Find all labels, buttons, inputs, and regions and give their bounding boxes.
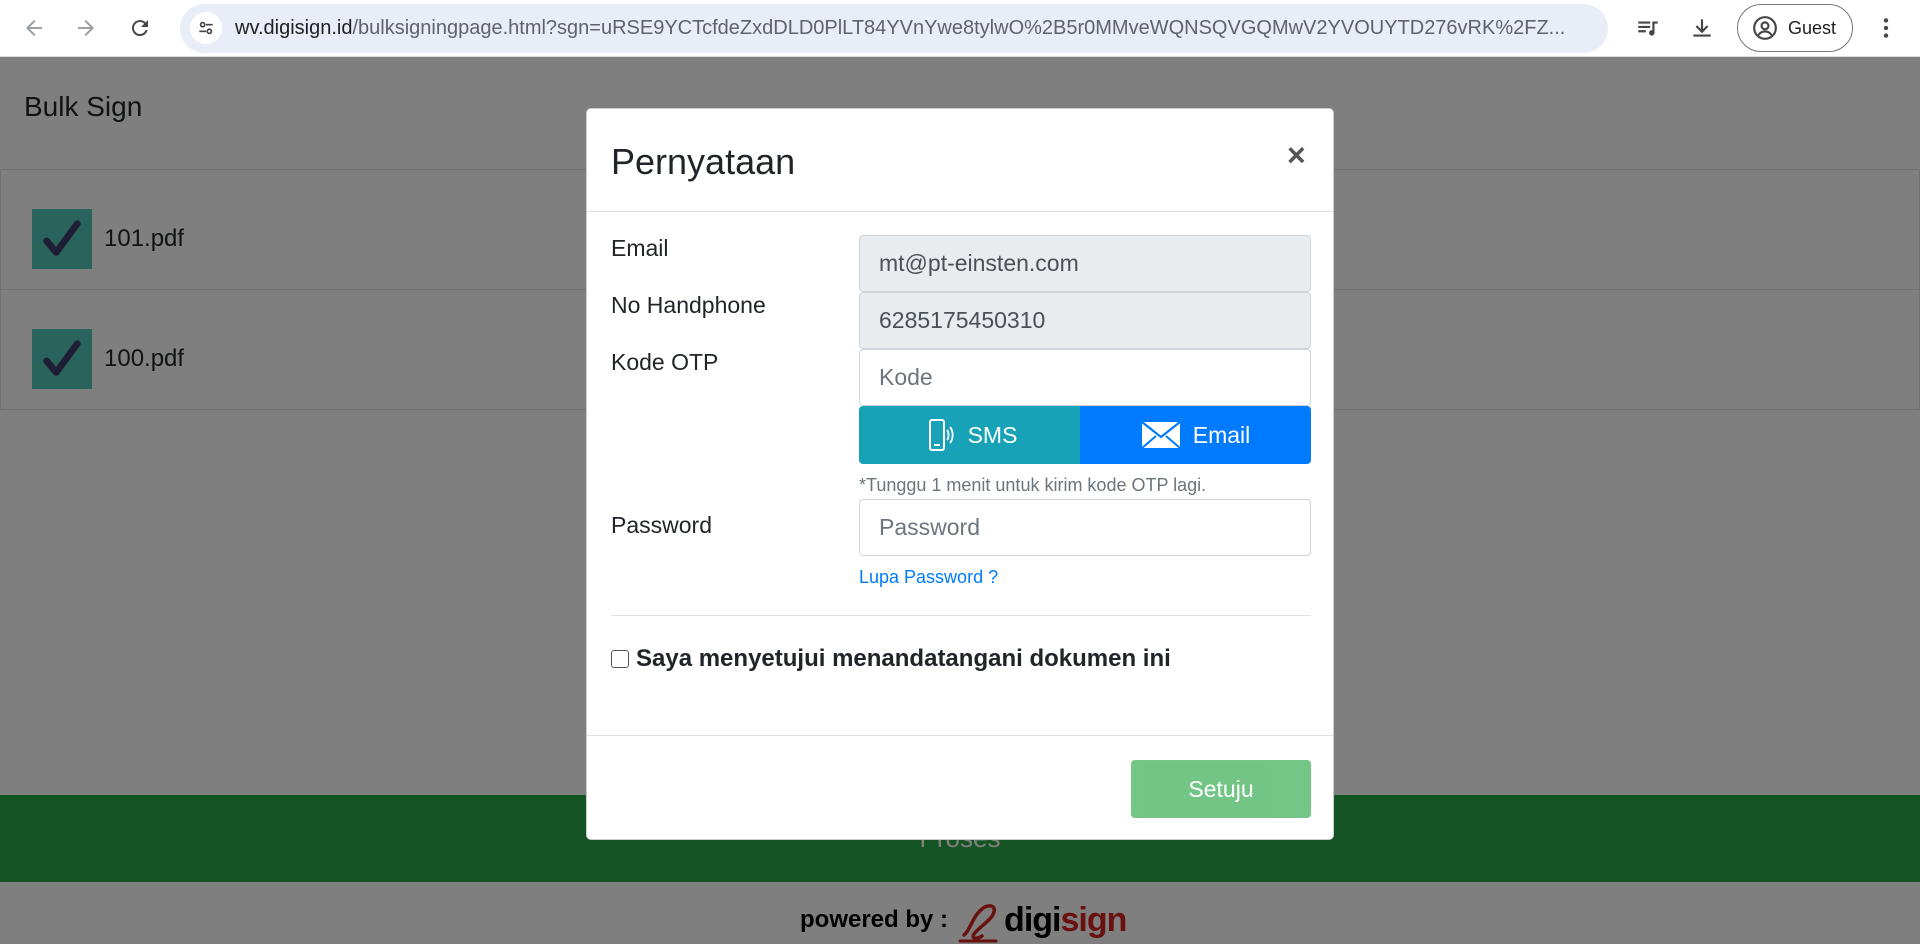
- otp-wait-note: *Tunggu 1 menit untuk kirim kode OTP lag…: [859, 475, 1207, 495]
- otp-input[interactable]: [859, 349, 1311, 406]
- url-host: wv.digisign.id: [235, 17, 353, 39]
- back-button[interactable]: [14, 8, 54, 48]
- site-info-icon[interactable]: [190, 12, 222, 44]
- modal-header: Pernyataan ×: [587, 109, 1333, 212]
- profile-button[interactable]: Guest: [1737, 4, 1853, 52]
- close-icon[interactable]: ×: [1287, 139, 1306, 171]
- browser-toolbar: wv.digisign.id/bulksigningpage.html?sgn=…: [0, 0, 1920, 57]
- agree-label[interactable]: Saya menyetujui menandatangani dokumen i…: [636, 645, 1171, 673]
- forward-arrow-icon: [78, 20, 94, 36]
- send-otp-sms-button[interactable]: SMS: [859, 406, 1080, 464]
- agree-row: Saya menyetujui menandatangani dokumen i…: [611, 645, 1171, 673]
- phone-vibrate-icon: [928, 419, 954, 451]
- phone-label: No Handphone: [611, 292, 766, 318]
- modal-title: Pernyataan: [611, 141, 796, 182]
- password-label: Password: [611, 512, 712, 538]
- url-path: /bulksigningpage.html?sgn=uRSE9YCTcfdeZx…: [352, 17, 1566, 39]
- phone-field[interactable]: [859, 292, 1311, 349]
- url-text: wv.digisign.id/bulksigningpage.html?sgn=…: [235, 4, 1595, 53]
- send-otp-email-button[interactable]: Email: [1080, 406, 1311, 464]
- otp-send-group: SMS Email: [859, 406, 1311, 464]
- password-input[interactable]: [859, 499, 1311, 556]
- modal-footer-divider: [587, 735, 1333, 736]
- reload-button[interactable]: [120, 8, 160, 48]
- browser-menu-button[interactable]: [1868, 10, 1904, 46]
- divider: [611, 615, 1311, 616]
- email-button-label: Email: [1192, 421, 1251, 448]
- playlist-music-icon: [1638, 21, 1658, 36]
- envelope-icon: [1141, 421, 1181, 449]
- downloads-button[interactable]: [1684, 10, 1720, 46]
- forgot-password-link[interactable]: Lupa Password ?: [859, 567, 998, 588]
- more-vertical-icon: [1883, 18, 1889, 38]
- profile-label: Guest: [1788, 17, 1837, 38]
- agree-checkbox[interactable]: [611, 650, 629, 668]
- media-control-button[interactable]: [1630, 10, 1666, 46]
- email-field[interactable]: [859, 235, 1311, 292]
- statement-modal: Pernyataan × Email No Handphone Kode OTP…: [586, 108, 1334, 840]
- sms-label: SMS: [967, 421, 1018, 448]
- email-label: Email: [611, 235, 669, 261]
- address-bar[interactable]: wv.digisign.id/bulksigningpage.html?sgn=…: [180, 4, 1608, 53]
- back-arrow-icon: [26, 20, 42, 36]
- otp-label: Kode OTP: [611, 349, 719, 375]
- setuju-button[interactable]: Setuju: [1131, 760, 1311, 818]
- account-circle-icon: [1753, 16, 1777, 40]
- download-icon: [1693, 19, 1711, 37]
- forward-button[interactable]: [66, 8, 106, 48]
- reload-icon: [131, 20, 148, 37]
